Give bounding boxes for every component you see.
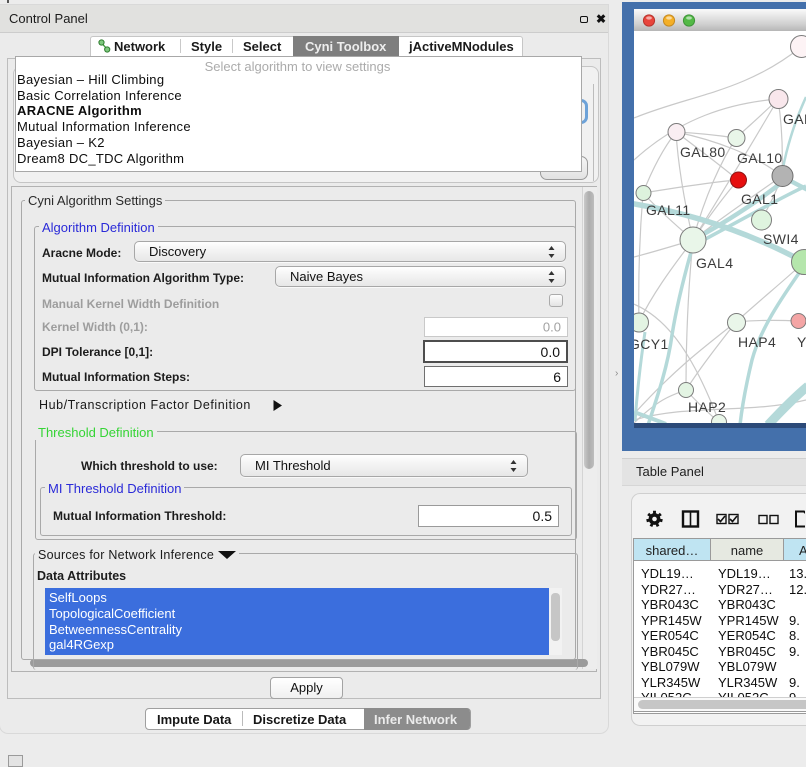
svg-text:GAL4: GAL4 [696,255,733,271]
svg-text:GAL10: GAL10 [737,150,783,166]
svg-text:SWI4: SWI4 [763,231,799,247]
svg-text:GAL1: GAL1 [741,191,778,207]
svg-text:GAL7: GAL7 [783,111,806,127]
svg-text:GCY1: GCY1 [634,336,669,352]
svg-text:GAL11: GAL11 [646,202,691,218]
svg-text:GAL80: GAL80 [680,144,726,160]
svg-text:HAP4: HAP4 [738,334,776,350]
svg-text:YJ: YJ [797,334,806,350]
svg-text:HAP2: HAP2 [688,399,726,415]
